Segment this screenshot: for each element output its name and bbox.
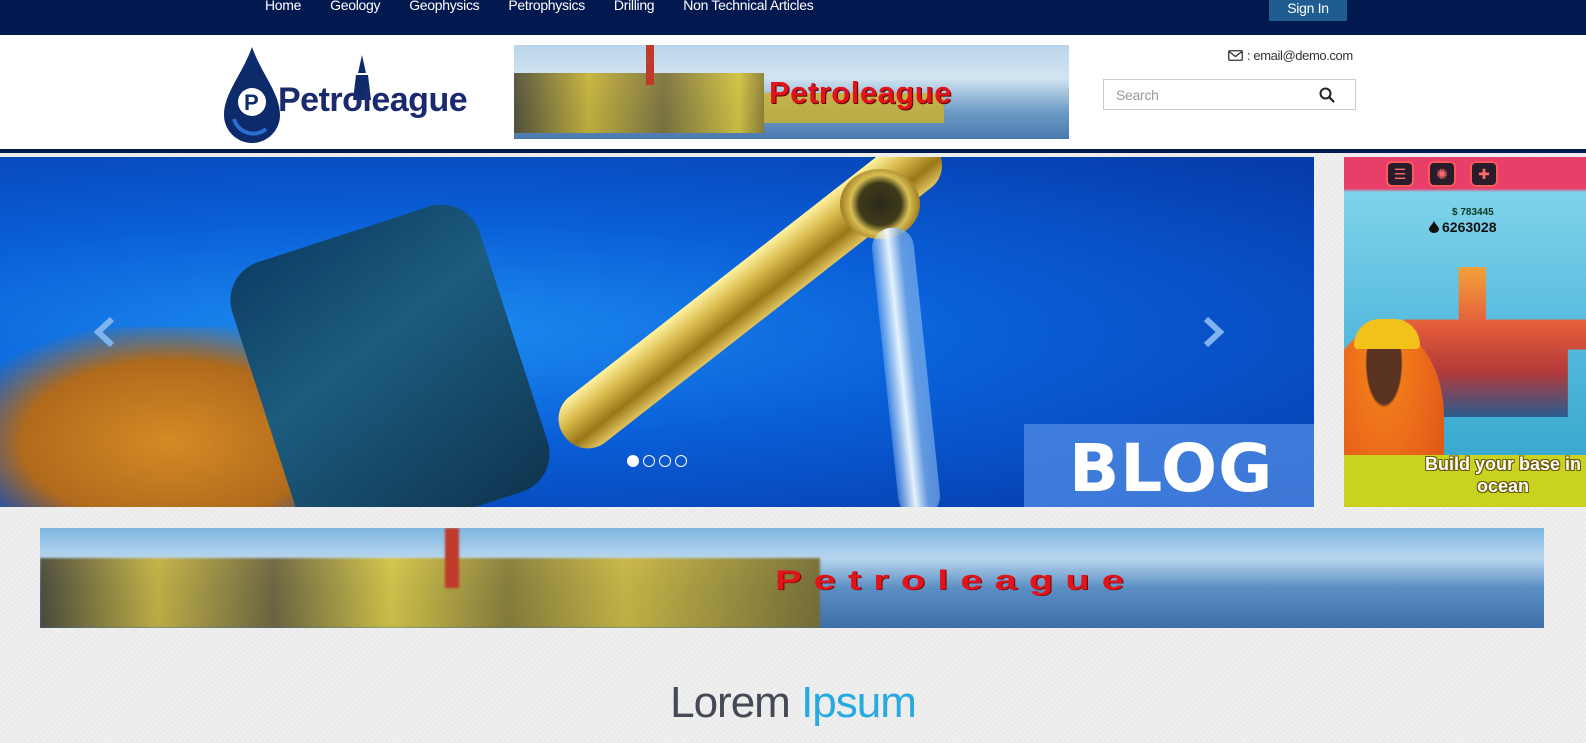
blog-overlay[interactable]: BLOG <box>1024 424 1314 507</box>
banner-mast-image <box>646 45 654 85</box>
ad-plus-icon: ✚ <box>1470 161 1498 187</box>
banner-rig-image <box>514 73 764 133</box>
carousel-dot-2[interactable] <box>643 455 655 467</box>
top-nav: Home Geology Geophysics Petrophysics Dri… <box>0 0 1586 35</box>
site-header: P Petroleague Petroleague : email@demo.c… <box>0 35 1586 153</box>
search-icon[interactable] <box>1318 86 1336 104</box>
main-menu: Home Geology Geophysics Petrophysics Dri… <box>265 0 842 13</box>
nav-home[interactable]: Home <box>265 0 301 13</box>
carousel-dot-3[interactable] <box>659 455 671 467</box>
envelope-icon <box>1228 50 1243 61</box>
search-input[interactable] <box>1104 80 1314 109</box>
ad-oil-count: 6263028 <box>1429 219 1497 235</box>
logo-text: Petroleague <box>278 81 468 119</box>
carousel-indicators <box>627 455 687 467</box>
ad-icon-row: ☰ ✺ ✚ <box>1386 161 1498 187</box>
wide-banner-rig-image <box>40 558 820 628</box>
nav-petrophysics[interactable]: Petrophysics <box>508 0 585 13</box>
nav-non-technical-articles[interactable]: Non Technical Articles <box>683 0 813 13</box>
blog-overlay-label: BLOG <box>1069 430 1274 507</box>
email-text: : email@demo.com <box>1247 48 1353 63</box>
carousel-nozzle-tip-image <box>840 169 920 239</box>
svg-text:P: P <box>244 90 259 115</box>
section-title: Lorem Ipsum <box>0 678 1586 728</box>
wide-banner-brand-text: Petroleague <box>775 564 1136 596</box>
nav-drilling[interactable]: Drilling <box>614 0 655 13</box>
carousel-prev-icon[interactable] <box>92 317 118 347</box>
carousel-fuel-stream-image <box>869 225 943 507</box>
ad-money-value: $ 783445 <box>1452 207 1494 218</box>
header-banner-ad[interactable]: Petroleague <box>514 45 1069 139</box>
banner-brand-text: Petroleague <box>769 75 952 110</box>
nav-geology[interactable]: Geology <box>330 0 380 13</box>
section-title-part2: Ipsum <box>801 678 917 727</box>
site-logo[interactable]: P Petroleague <box>222 45 474 143</box>
carousel-dot-1[interactable] <box>627 455 639 467</box>
sign-in-button[interactable]: Sign In <box>1269 0 1347 21</box>
ad-menu-icon: ☰ <box>1386 161 1414 187</box>
ad-cta-text: Build your base in ocean <box>1424 454 1582 496</box>
wide-banner-mast-image <box>445 528 459 588</box>
oil-drop-icon <box>1429 221 1439 233</box>
nav-geophysics[interactable]: Geophysics <box>409 0 479 13</box>
carousel-dot-4[interactable] <box>675 455 687 467</box>
carousel-next-icon[interactable] <box>1200 317 1226 347</box>
contact-email[interactable]: : email@demo.com <box>1228 48 1353 63</box>
hero-carousel: BLOG <box>0 157 1314 507</box>
ad-gear-icon: ✺ <box>1428 161 1456 187</box>
ad-oil-count-text: 6263028 <box>1442 219 1497 235</box>
side-game-ad[interactable]: ☰ ✺ ✚ $ 783445 6263028 Build your base i… <box>1344 157 1586 507</box>
wide-banner-ad[interactable]: Petroleague <box>40 528 1544 628</box>
section-title-part1: Lorem <box>670 678 791 727</box>
search-box <box>1103 79 1356 110</box>
